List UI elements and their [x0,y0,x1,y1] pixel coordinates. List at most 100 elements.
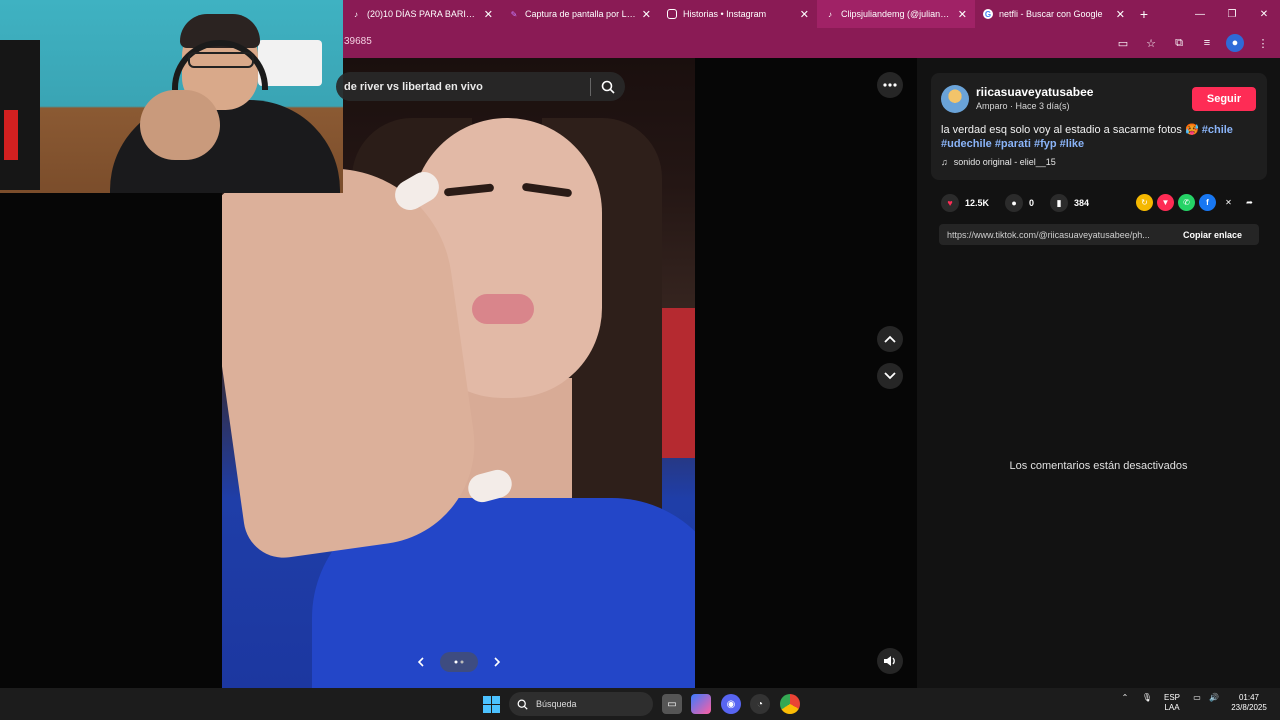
new-tab-button[interactable]: + [1133,6,1155,22]
extensions-icon[interactable]: ⧉ [1170,34,1188,52]
carousel-dots [440,652,478,672]
volume-icon[interactable] [877,648,903,674]
close-tab-icon[interactable]: ✕ [484,8,493,21]
lang-bottom: LAA [1164,703,1180,712]
follow-button[interactable]: Seguir [1192,87,1256,111]
comment-count: 0 [1029,198,1035,208]
media-control-icon[interactable]: ≡ [1198,34,1216,52]
copy-link-button[interactable]: Copiar enlace [1175,230,1242,240]
lang-top: ESP [1163,693,1180,702]
share-options: ↻ ▼ ✆ f ✕ ➦ [1136,194,1258,211]
page-background-left [0,193,222,688]
next-video-icon[interactable] [877,363,903,389]
tiktok-icon: ♪ [354,9,358,19]
google-icon: G [983,9,993,19]
sound-info[interactable]: ♫ sonido original - eliel__15 [941,157,1056,167]
share-link-box: https://www.tiktok.com/@riicasuaveyatusa… [939,224,1259,245]
tab-title: (20)10 DÍAS PARA BARILOCHE ... [367,9,478,19]
more-options-icon[interactable] [877,72,903,98]
speaker-icon[interactable]: 🔊 [1207,693,1221,702]
comments-disabled-message: Los comentarios están desactivados [1009,460,1188,472]
heart-icon[interactable]: ♥ [941,194,959,212]
bookmark-star-icon[interactable]: ☆ [1142,34,1160,52]
maximize-icon[interactable]: ❐ [1216,0,1248,28]
browser-tab-4[interactable]: G netfli - Buscar con Google ✕ [975,0,1133,28]
username[interactable]: riicasuaveyatusabee [976,85,1093,99]
previous-video-icon[interactable] [877,326,903,352]
menu-kebab-icon[interactable]: ⋮ [1254,34,1272,52]
taskbar-search[interactable]: Búsqueda [509,692,653,716]
cast-icon[interactable]: ▭ [1114,34,1132,52]
clock-date: 23/8/2025 [1231,703,1267,712]
whatsapp-icon[interactable]: ✆ [1178,194,1195,211]
video-figure [472,294,534,324]
webcam-overlay [0,0,343,193]
url-text[interactable]: 39685 [344,36,372,47]
toolbar-icons: ▭ ☆ ⧉ ≡ ● ⋮ [1114,34,1272,52]
search-icon [517,699,528,710]
close-window-icon[interactable]: ✕ [1248,0,1280,28]
clock[interactable]: 01:47 23/8/2025 [1226,693,1272,713]
browser-tab-1[interactable]: ✎ Captura de pantalla por Lightshot ✕ [501,0,659,28]
browser-tab-0[interactable]: ♪ (20)10 DÍAS PARA BARILOCHE ... ✕ [343,0,501,28]
post-link[interactable]: https://www.tiktok.com/@riicasuaveyatusa… [939,230,1175,240]
webcam-figure [110,10,340,193]
post-caption: la verdad esq solo voy al estadio a saca… [941,123,1257,151]
send-icon[interactable]: ▼ [1157,194,1174,211]
browser-tab-2[interactable]: Historias • Instagram ✕ [659,0,817,28]
windows-start-icon[interactable] [483,696,500,713]
network-icon[interactable]: ▭ [1190,693,1204,702]
like-count: 12.5K [965,198,990,208]
close-tab-icon[interactable]: ✕ [1116,8,1125,21]
browser-tab-3[interactable]: ♪ Clipsjuliandemg (@juliandemg... ✕ [817,0,975,28]
post-meta: Amparo · Hace 3 día(s) [976,101,1070,111]
hashtag-link[interactable]: #udechile [941,138,992,150]
hashtag-link[interactable]: #chile [1202,124,1233,136]
comment-stat[interactable]: ● 0 [1005,194,1034,212]
minimize-icon[interactable]: — [1184,0,1216,28]
tab-title: Historias • Instagram [683,9,767,19]
share-arrow-icon[interactable]: ➦ [1241,194,1258,211]
search-input[interactable]: de river vs libertad en vivo [344,81,590,93]
copilot-icon[interactable] [691,694,711,714]
repost-icon[interactable]: ↻ [1136,194,1153,211]
profile-icon[interactable]: ● [1226,34,1244,52]
taskbar-search-label: Búsqueda [536,699,577,709]
hashtag-link[interactable]: #fyp [1034,138,1057,150]
like-stat[interactable]: ♥ 12.5K [941,194,989,212]
chrome-icon[interactable] [780,694,800,714]
language-indicator[interactable]: ESP LAA [1160,693,1184,713]
search-bar[interactable]: de river vs libertad en vivo [336,72,625,101]
carousel-next-icon[interactable] [488,653,506,671]
tiktok-icon: ♪ [828,9,832,19]
close-tab-icon[interactable]: ✕ [958,8,967,21]
microphone-icon[interactable]: 🎙 [1140,693,1154,702]
carousel-prev-icon[interactable] [412,653,430,671]
search-icon[interactable] [591,72,625,101]
x-icon[interactable]: ✕ [1220,194,1237,211]
tray-chevron-icon[interactable]: ⌃ [1118,693,1132,702]
tab-title: Captura de pantalla por Lightshot [525,9,636,19]
save-stat[interactable]: ▮ 384 [1050,194,1089,212]
webcam-figure [4,110,18,160]
facebook-icon[interactable]: f [1199,194,1216,211]
save-count: 384 [1074,198,1090,208]
discord-icon[interactable]: ◉ [721,694,741,714]
tab-title: Clipsjuliandemg (@juliandemg... [841,9,952,19]
close-tab-icon[interactable]: ✕ [800,8,809,21]
tab-title: netfli - Buscar con Google [999,9,1103,19]
app-icon[interactable]: ◔ [750,694,770,714]
instagram-icon [667,9,677,19]
caption-text: la verdad esq solo voy al estadio a saca… [941,124,1199,136]
post-stats: ♥ 12.5K ● 0 ▮ 384 [941,194,1099,212]
hashtag-link[interactable]: #like [1060,138,1084,150]
sound-name: sonido original - eliel__15 [953,157,1056,167]
window-controls: — ❐ ✕ [1184,0,1280,28]
close-tab-icon[interactable]: ✕ [642,8,651,21]
comment-icon[interactable]: ● [1005,194,1024,212]
bookmark-icon[interactable]: ▮ [1050,194,1069,212]
avatar[interactable] [941,85,969,113]
clock-time: 01:47 [1238,693,1260,702]
hashtag-link[interactable]: #parati [995,138,1031,150]
task-view-icon[interactable]: ▭ [662,694,682,714]
